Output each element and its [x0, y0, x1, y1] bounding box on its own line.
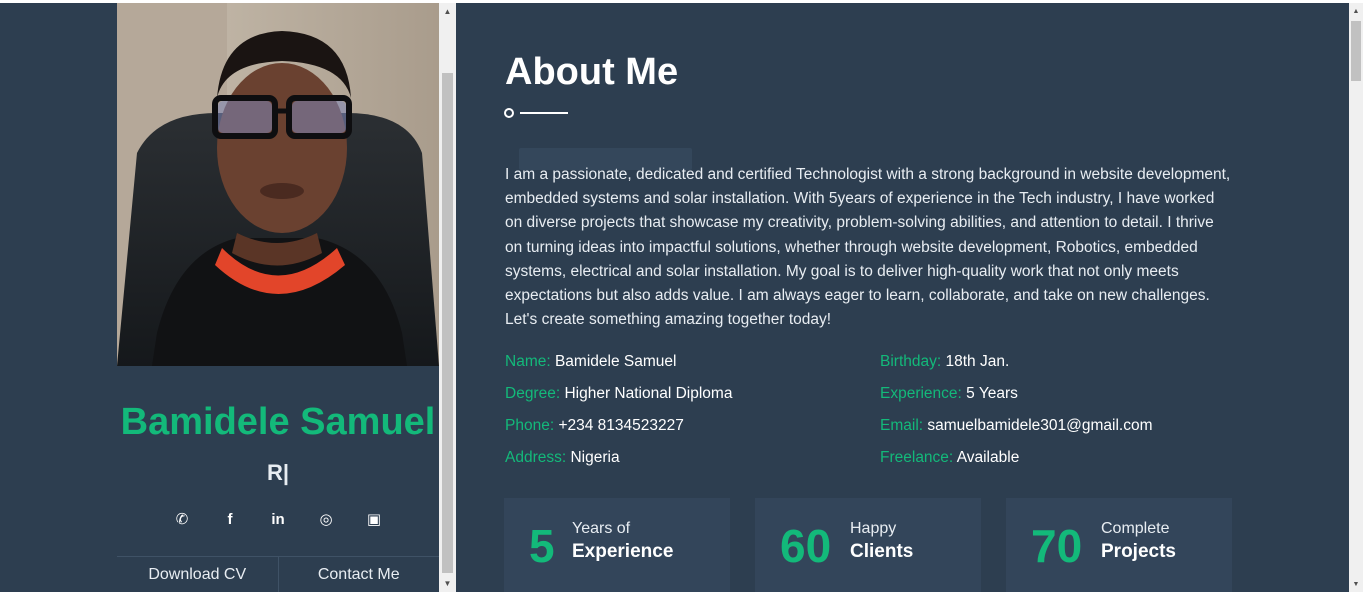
profile-photo: [117, 3, 439, 366]
typing-role-text: R|: [266, 460, 290, 485]
info-value: samuelbamidele301@gmail.com: [927, 417, 1153, 434]
info-value: Bamidele Samuel: [554, 353, 677, 370]
sidebar-scroll-thumb[interactable]: [442, 73, 453, 573]
decoration-dot: [504, 108, 514, 118]
info-label: Phone:: [505, 417, 555, 434]
info-label: Address:: [505, 449, 567, 466]
stat-label-top: Complete: [1101, 520, 1170, 537]
briefcase-icon[interactable]: ▣: [363, 508, 385, 530]
stat-label-top: Years of: [572, 520, 631, 537]
info-label: Email:: [880, 417, 924, 434]
info-value: Available: [956, 449, 1020, 466]
instagram-icon[interactable]: ◎: [315, 508, 337, 530]
info-row-degree: Degree: Higher National Diploma: [505, 383, 732, 415]
info-row-freelance: Freelance: Available: [880, 447, 1152, 479]
stat-card-projects: 70 Complete Projects: [1006, 498, 1232, 592]
info-list-left: Name: Bamidele Samuel Degree: Higher Nat…: [505, 351, 732, 479]
info-row-address: Address: Nigeria: [505, 447, 732, 479]
whatsapp-icon[interactable]: ✆: [171, 508, 193, 530]
info-value: Higher National Diploma: [564, 385, 733, 402]
info-label: Freelance:: [880, 449, 954, 466]
sidebar-actions: Download CV Contact Me: [117, 556, 439, 592]
stat-card-clients: 60 Happy Clients: [755, 498, 981, 592]
info-value: 18th Jan.: [945, 353, 1010, 370]
profile-sidebar: Bamidele Samuel R| ✆ f in ◎ ▣ Download C…: [117, 3, 439, 592]
title-underline-decoration: [504, 107, 574, 119]
contact-me-button[interactable]: Contact Me: [277, 557, 440, 592]
stat-number: 70: [1031, 520, 1083, 572]
stat-label-top: Happy: [850, 520, 897, 537]
info-row-experience: Experience: 5 Years: [880, 383, 1152, 415]
stat-label-bottom: Projects: [1101, 541, 1176, 562]
scroll-up-arrow-icon[interactable]: ▲: [1349, 3, 1363, 19]
download-cv-button[interactable]: Download CV: [117, 557, 278, 592]
about-paragraph: I am a passionate, dedicated and certifi…: [505, 166, 1231, 329]
profile-name: Bamidele Samuel: [120, 401, 436, 443]
info-value: Nigeria: [570, 449, 620, 466]
stat-card-experience: 5 Years of Experience: [504, 498, 730, 592]
linkedin-icon[interactable]: in: [267, 508, 289, 530]
info-label: Birthday:: [880, 353, 942, 370]
stat-number: 5: [529, 520, 555, 572]
social-links: ✆ f in ◎ ▣: [117, 508, 439, 530]
decoration-line: [520, 112, 568, 114]
page-scroll-thumb[interactable]: [1351, 21, 1361, 81]
info-label: Degree:: [505, 385, 561, 402]
info-row-birthday: Birthday: 18th Jan.: [880, 351, 1152, 383]
info-value: 5 Years: [966, 385, 1018, 402]
info-label: Experience:: [880, 385, 962, 402]
scroll-down-arrow-icon[interactable]: ▼: [1349, 576, 1363, 592]
info-row-name: Name: Bamidele Samuel: [505, 351, 732, 383]
section-title: About Me: [505, 51, 679, 93]
sidebar-scrollbar[interactable]: ▲ ▼: [439, 3, 456, 592]
stat-number: 60: [780, 520, 832, 572]
info-value: +234 8134523227: [558, 417, 684, 434]
info-list-right: Birthday: 18th Jan. Experience: 5 Years …: [880, 351, 1152, 479]
info-row-email: Email: samuelbamidele301@gmail.com: [880, 415, 1152, 447]
scroll-up-arrow-icon[interactable]: ▲: [439, 3, 456, 20]
stat-label-bottom: Clients: [850, 541, 914, 562]
info-label: Name:: [505, 353, 551, 370]
info-row-phone: Phone: +234 8134523227: [505, 415, 732, 447]
page-scrollbar[interactable]: ▲ ▼: [1349, 3, 1363, 592]
scroll-down-arrow-icon[interactable]: ▼: [439, 575, 456, 592]
facebook-icon[interactable]: f: [219, 508, 241, 530]
stat-label-bottom: Experience: [572, 541, 674, 562]
about-section: About Me I am a passionate, dedicated an…: [456, 3, 1349, 592]
